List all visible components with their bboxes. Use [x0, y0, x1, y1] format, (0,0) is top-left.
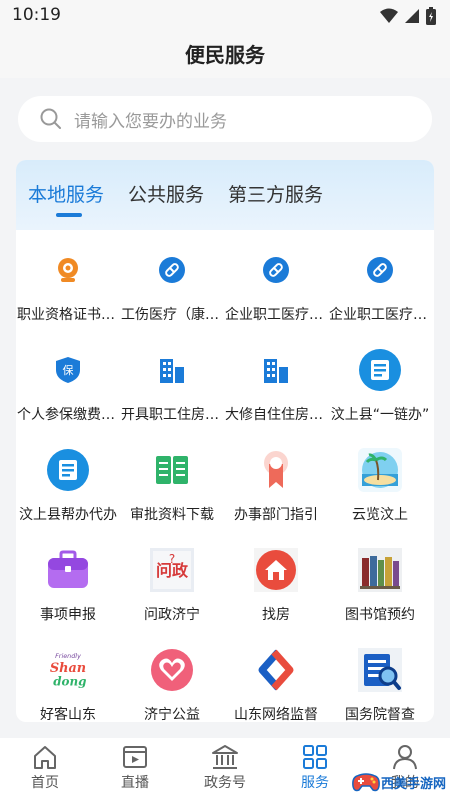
beach-icon [358, 448, 402, 492]
service-item[interactable]: 济宁公益 [120, 630, 224, 722]
service-label: 国务院督查 [345, 707, 415, 722]
nav-item-services[interactable]: 服务 [270, 738, 360, 800]
services-grid: 职业资格证书查询 工伤医疗（康复） 企业职工医疗保险 企业职工医疗保险 保 个人… [16, 230, 434, 722]
services-card: 本地服务 公共服务 第三方服务 职业资格证书查询 工伤医疗（康复） 企业职工医疗… [16, 160, 434, 722]
battery-icon [426, 7, 436, 25]
service-label: 工伤医疗（康复） [121, 307, 223, 323]
service-label: 开具职工住房证明 [121, 407, 223, 423]
service-label: 济宁公益 [144, 707, 200, 722]
service-label: 审批资料下载 [130, 507, 214, 523]
heart-icon [150, 648, 194, 692]
webcam-icon [46, 248, 90, 292]
video-icon [123, 746, 147, 768]
service-label: 找房 [262, 607, 290, 623]
service-item[interactable]: 保 个人参保缴费证明 [16, 330, 120, 430]
nav-label-services: 服务 [301, 775, 329, 791]
service-label: 企业职工医疗保险 [225, 307, 327, 323]
svg-text:Friendly: Friendly [55, 652, 81, 660]
page-title: 便民服务 [185, 43, 265, 67]
user-icon [393, 745, 417, 770]
service-label: 职业资格证书查询 [17, 307, 119, 323]
service-item[interactable]: 找房 [224, 530, 328, 630]
service-label: 汶上县帮办代办 [19, 507, 117, 523]
watermark-text: 西美手游网 [380, 776, 446, 792]
medicine-icon [150, 248, 194, 292]
service-label: 图书馆预约 [345, 607, 415, 623]
briefcase-icon [46, 548, 90, 592]
service-item[interactable]: 汶上县帮办代办 [16, 430, 120, 530]
open-book-icon [150, 448, 194, 492]
watermark: 西美手游网 [351, 770, 446, 794]
service-label: 办事部门指引 [234, 507, 318, 523]
service-item[interactable]: 汶上县“一链办” [328, 330, 432, 430]
app-header: 便民服务 [0, 32, 450, 78]
service-label: 汶上县“一链办” [330, 407, 430, 423]
service-label: 个人参保缴费证明 [17, 407, 119, 423]
grid-icon [303, 745, 327, 769]
insurance-shield-icon: 保 [46, 348, 90, 392]
status-time: 10:19 [12, 5, 61, 25]
service-item[interactable]: 办事部门指引 [224, 430, 328, 530]
service-item[interactable]: 企业职工医疗保险 [328, 230, 432, 330]
nav-item-home[interactable]: 首页 [0, 738, 90, 800]
service-item[interactable]: 问政? 问政济宁 [120, 530, 224, 630]
tab-public-services[interactable]: 公共服务 [128, 180, 204, 211]
service-item[interactable]: Friendly Shan dong 好客山东 [16, 630, 120, 722]
service-item[interactable]: 事项申报 [16, 530, 120, 630]
status-bar: 10:19 [0, 0, 450, 32]
network-supervision-icon [254, 648, 298, 692]
service-item[interactable]: 开具职工住房证明 [120, 330, 224, 430]
government-icon [212, 745, 238, 769]
inquiry-icon: 问政? [150, 548, 194, 592]
service-label: 大修自住住房证明 [225, 407, 327, 423]
service-item[interactable]: 大修自住住房证明 [224, 330, 328, 430]
tab-third-party-services[interactable]: 第三方服务 [228, 180, 323, 211]
signal-icon [405, 9, 419, 23]
service-item[interactable]: 云览汶上 [328, 430, 432, 530]
active-tab-indicator [56, 213, 82, 217]
service-label: 事项申报 [40, 607, 96, 623]
state-council-inspection-icon [358, 648, 402, 692]
service-item[interactable]: 国务院督查 [328, 630, 432, 722]
nav-label-government: 政务号 [204, 775, 246, 791]
service-label: 云览汶上 [352, 507, 408, 523]
home-icon [34, 746, 56, 769]
tab-local-services[interactable]: 本地服务 [28, 180, 104, 211]
svg-text:?: ? [169, 552, 175, 566]
status-icons [380, 7, 436, 25]
medicine-icon [358, 248, 402, 292]
service-item[interactable]: 企业职工医疗保险 [224, 230, 328, 330]
search-placeholder: 请输入您要办的业务 [74, 111, 227, 132]
service-item[interactable]: 山东网络监督 [224, 630, 328, 722]
wifi-icon [380, 8, 398, 23]
service-item[interactable]: 审批资料下载 [120, 430, 224, 530]
medicine-icon [254, 248, 298, 292]
search-icon [40, 108, 61, 129]
books-icon [358, 548, 402, 592]
house-icon [254, 548, 298, 592]
service-item[interactable]: 工伤医疗（康复） [120, 230, 224, 330]
service-label: 企业职工医疗保险 [329, 307, 431, 323]
svg-text:dong: dong [53, 675, 86, 689]
nav-label-home: 首页 [31, 775, 59, 791]
shandong-logo-icon: Friendly Shan dong [46, 648, 90, 692]
service-label: 问政济宁 [144, 607, 200, 623]
service-item[interactable]: 职业资格证书查询 [16, 230, 120, 330]
search-input[interactable]: 请输入您要办的业务 [18, 96, 432, 142]
building-icon [150, 348, 194, 392]
service-tabs: 本地服务 公共服务 第三方服务 [16, 160, 434, 230]
building-icon [254, 348, 298, 392]
nav-item-live[interactable]: 直播 [90, 738, 180, 800]
svg-text:保: 保 [63, 363, 74, 377]
service-label: 山东网络监督 [234, 707, 318, 722]
document-circle-icon [358, 348, 402, 392]
service-label: 好客山东 [40, 707, 96, 722]
gamepad-logo-icon [352, 773, 380, 792]
nav-item-government[interactable]: 政务号 [180, 738, 270, 800]
ribbon-icon [254, 448, 298, 492]
service-item[interactable]: 图书馆预约 [328, 530, 432, 630]
nav-label-live: 直播 [121, 775, 149, 791]
document-circle-icon [46, 448, 90, 492]
svg-text:Shan: Shan [50, 661, 86, 676]
